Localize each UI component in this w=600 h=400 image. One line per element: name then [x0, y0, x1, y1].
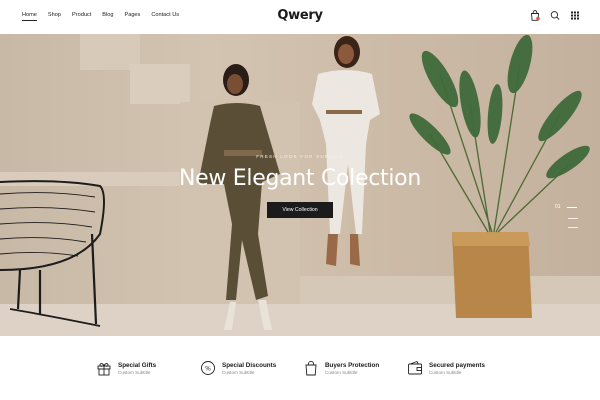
hero-banner: FRESH LOOK FOR SUMMER New Elegant Colect…	[0, 34, 600, 336]
search-icon[interactable]	[550, 10, 560, 21]
feature-subtitle: Custom Subtitle	[118, 369, 151, 375]
slide-number: 01	[555, 204, 561, 210]
slide-indicator[interactable]	[568, 227, 578, 228]
feature-title: Secured payments	[429, 361, 485, 369]
feature-title: Special Discounts	[222, 361, 277, 369]
bag-icon[interactable]	[530, 10, 540, 21]
feature-buyers-protection: Buyers Protection Custom Subtitle	[303, 360, 379, 376]
brand-logo[interactable]: Qwery	[0, 8, 600, 23]
feature-special-gifts: Special Gifts Custom Subtitle	[96, 360, 156, 376]
shopping-bag-icon	[305, 360, 317, 376]
slide-indicator[interactable]	[568, 218, 578, 219]
hero-kicker: FRESH LOOK FOR SUMMER	[256, 154, 344, 159]
feature-special-discounts: % Special Discounts Custom Subtitle	[200, 360, 276, 376]
feature-secured-payments: Secured payments Custom Subtitle	[407, 360, 485, 376]
wallet-icon	[408, 360, 422, 375]
site-header: Home Shop Product Blog Pages Contact Us …	[0, 0, 600, 34]
feature-title: Buyers Protection	[325, 361, 380, 369]
model-white-outfit	[312, 36, 380, 266]
feature-subtitle: Custom Subtitle	[325, 369, 358, 375]
header-icons	[530, 10, 580, 21]
feature-title: Special Gifts	[118, 361, 157, 369]
slider-pagination: 01	[555, 204, 578, 228]
feature-subtitle: Custom Subtitle	[429, 369, 462, 375]
grid-menu-icon[interactable]	[570, 10, 580, 21]
view-collection-button[interactable]: View Collection	[267, 202, 333, 218]
slide-indicator-active[interactable]	[566, 206, 577, 208]
gift-icon	[97, 363, 111, 376]
features-strip: Special Gifts Custom Subtitle % Special …	[0, 345, 600, 400]
cart-badge	[536, 16, 540, 21]
discount-icon: %	[201, 361, 215, 375]
feature-subtitle: Custom Subtitle	[222, 369, 255, 375]
svg-text:%: %	[205, 365, 211, 372]
hero-title: New Elegant Colection	[179, 166, 421, 191]
